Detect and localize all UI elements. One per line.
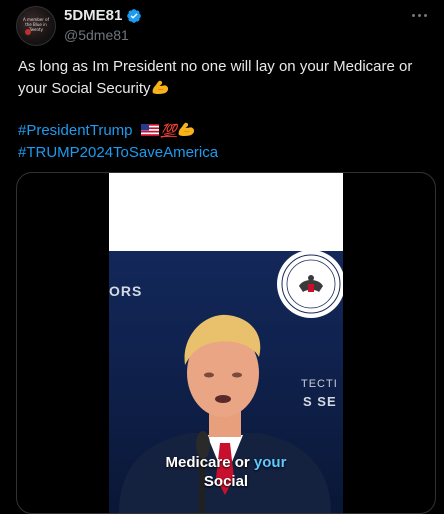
author-name-row[interactable]: 5DME81 bbox=[64, 7, 142, 24]
caption-prefix: Medicare or bbox=[165, 454, 254, 471]
tweet-line-2-text: your Social Security bbox=[18, 80, 151, 97]
media-container[interactable]: ORS TECTI S SE Medicare or your Social bbox=[16, 172, 436, 514]
caption-highlight: your bbox=[253, 454, 287, 471]
tweet-line-2: your Social Security bbox=[18, 78, 428, 100]
author-display-name[interactable]: 5DME81 bbox=[64, 7, 122, 24]
more-options-icon[interactable] bbox=[408, 8, 430, 22]
hashtag-trump2024-link[interactable]: #TRUMP2024ToSaveAmerica bbox=[18, 144, 218, 161]
us-flag-icon bbox=[140, 124, 159, 136]
author-handle[interactable]: @5dme81 bbox=[64, 27, 129, 43]
flexed-biceps-icon bbox=[152, 80, 168, 94]
avatar[interactable]: A member of the Blue in Twenty bbox=[16, 6, 56, 46]
video-letterbox-top bbox=[109, 173, 343, 251]
video-player[interactable]: ORS TECTI S SE Medicare or your Social bbox=[109, 173, 343, 513]
hashtag-presidenttrump-link[interactable]: #PresidentTrump bbox=[18, 122, 133, 139]
backdrop-text-right-1: TECTI bbox=[301, 378, 338, 390]
caption-line-2: Social bbox=[203, 473, 249, 490]
tweet-text: As long as Im President no one will lay … bbox=[18, 56, 428, 164]
hundred-points-icon: 💯 bbox=[160, 123, 177, 138]
avatar-red-dot bbox=[25, 29, 31, 35]
hashtag-line-2: #TRUMP2024ToSaveAmerica bbox=[18, 142, 428, 164]
backdrop-text-right-2: S SE bbox=[303, 394, 337, 409]
hashtag-line-1: #PresidentTrump 💯 bbox=[18, 120, 428, 142]
flexed-biceps-icon-2 bbox=[178, 122, 194, 136]
tweet-line-1: As long as Im President no one will lay … bbox=[18, 58, 413, 75]
tweet-card[interactable]: A member of the Blue in Twenty 5DME81 @5… bbox=[0, 0, 444, 514]
video-caption: Medicare or your Social bbox=[109, 453, 343, 491]
verified-badge-icon bbox=[127, 8, 142, 23]
